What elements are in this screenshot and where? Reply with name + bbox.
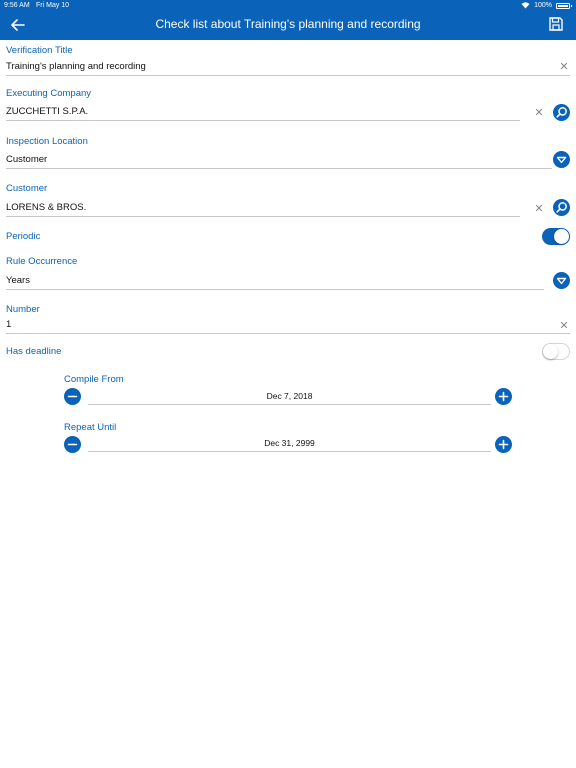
battery-fill	[558, 4, 568, 7]
plus-icon[interactable]	[495, 436, 512, 453]
has-deadline-toggle[interactable]	[542, 343, 570, 360]
status-date: Fri May 10	[36, 2, 70, 9]
chevron-down-icon[interactable]	[553, 151, 570, 168]
plus-icon[interactable]	[495, 388, 512, 405]
toggle-knob	[543, 344, 558, 359]
page-title: Check list about Training's planning and…	[155, 17, 421, 31]
repeat-until-date[interactable]: Dec 31, 2999	[88, 435, 491, 452]
close-icon[interactable]: ✕	[534, 108, 544, 119]
battery-icon	[556, 2, 572, 9]
has-deadline-label: Has deadline	[6, 346, 62, 357]
floppy-disk-icon[interactable]	[548, 16, 564, 32]
close-icon[interactable]: ✕	[559, 321, 569, 332]
customer-label: Customer	[6, 183, 48, 194]
rule-occurrence-value: Years	[6, 275, 30, 286]
chevron-down-icon[interactable]	[553, 272, 570, 289]
compile-from-label: Compile From	[64, 374, 124, 385]
rule-occurrence-select[interactable]: Years	[6, 272, 544, 290]
arrow-left-icon[interactable]	[8, 15, 28, 35]
periodic-label: Periodic	[6, 231, 41, 242]
close-icon[interactable]: ✕	[534, 204, 544, 215]
top-bar: 9:56 AM Fri May 10 100% Check list about…	[0, 0, 576, 40]
verification-title-value: Training's planning and recording	[6, 61, 146, 72]
search-icon[interactable]	[553, 199, 570, 216]
repeat-until-label: Repeat Until	[64, 422, 117, 433]
rule-occurrence-label: Rule Occurrence	[6, 256, 78, 267]
inspection-location-value: Customer	[6, 154, 48, 165]
minus-icon[interactable]	[64, 388, 81, 405]
compile-from-date[interactable]: Dec 7, 2018	[88, 388, 491, 405]
inspection-location-select[interactable]: Customer	[6, 151, 552, 169]
minus-icon[interactable]	[64, 436, 81, 453]
executing-company-value: ZUCCHETTI S.P.A.	[6, 106, 89, 117]
number-value: 1	[6, 319, 12, 330]
customer-field[interactable]: LORENS & BROS.	[6, 199, 520, 217]
verification-title-label: Verification Title	[6, 45, 73, 56]
executing-company-label: Executing Company	[6, 88, 92, 99]
periodic-toggle[interactable]	[542, 228, 570, 245]
battery-percent: 100%	[534, 2, 552, 9]
customer-value: LORENS & BROS.	[6, 202, 87, 213]
navigation-bar: Check list about Training's planning and…	[0, 11, 576, 40]
wifi-icon	[521, 2, 530, 9]
toggle-knob	[554, 229, 569, 244]
verification-title-field[interactable]: Training's planning and recording	[6, 58, 570, 76]
status-time: 9:56 AM	[4, 2, 30, 9]
close-icon[interactable]: ✕	[559, 62, 569, 73]
inspection-location-label: Inspection Location	[6, 136, 88, 147]
executing-company-field[interactable]: ZUCCHETTI S.P.A.	[6, 103, 520, 121]
search-icon[interactable]	[553, 104, 570, 121]
number-label: Number	[6, 304, 40, 315]
status-right: 100%	[521, 0, 572, 11]
status-bar: 9:56 AM Fri May 10 100%	[0, 0, 576, 11]
number-field[interactable]: 1	[6, 316, 570, 334]
